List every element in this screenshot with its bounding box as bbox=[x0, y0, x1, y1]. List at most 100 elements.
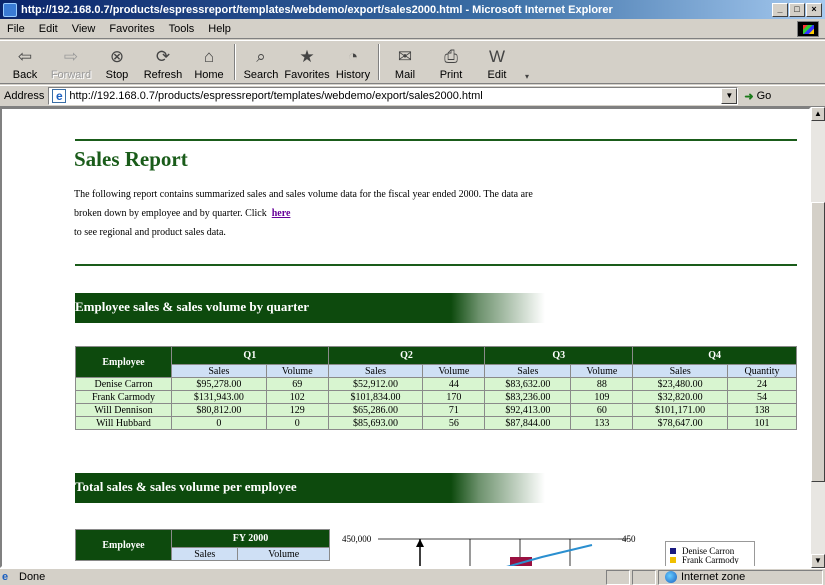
print-icon: ⎙ bbox=[444, 47, 458, 66]
table-cell: 24 bbox=[727, 377, 797, 391]
page-content: Sales Report The following report contai… bbox=[0, 107, 811, 568]
quarter-header: Q1 bbox=[171, 346, 329, 365]
employee-header: Employee bbox=[75, 529, 172, 561]
status-text: Done bbox=[19, 571, 46, 583]
ie-app-icon bbox=[3, 2, 17, 17]
page-title: Sales Report bbox=[74, 147, 188, 171]
home-label: Home bbox=[194, 69, 224, 81]
quarter-header: Q2 bbox=[327, 346, 486, 365]
table-cell: $83,632.00 bbox=[484, 377, 572, 391]
edit-button[interactable]: W Edit bbox=[474, 41, 520, 83]
quarter-sales-table: Employee Q1 Q2 Q3 Q4 Sales Volume Sales … bbox=[75, 346, 797, 430]
table-cell: 56 bbox=[422, 416, 486, 430]
refresh-button[interactable]: ⟳ Refresh bbox=[140, 41, 186, 83]
back-arrow-icon: ⇦ bbox=[17, 47, 33, 66]
table-cell: 0 bbox=[171, 416, 267, 430]
home-icon: ⌂ bbox=[203, 47, 215, 66]
window-titlebar: http://192.168.0.7/products/espressrepor… bbox=[0, 0, 825, 19]
intro-text-end: to see regional and product sales data. bbox=[74, 227, 226, 238]
go-arrow-icon: ➜ bbox=[744, 90, 754, 103]
divider bbox=[75, 264, 797, 266]
standard-toolbar: ⇦ Back ⇨ Forward ⊗ Stop ⟳ Refresh ⌂ Home… bbox=[0, 40, 825, 84]
menu-tools[interactable]: Tools bbox=[162, 23, 202, 35]
home-button[interactable]: ⌂ Home bbox=[186, 41, 232, 83]
status-cell bbox=[606, 569, 630, 585]
divider bbox=[75, 139, 797, 141]
table-cell: $23,480.00 bbox=[632, 377, 729, 391]
quarter-header: Q4 bbox=[632, 346, 797, 365]
table-cell: $101,834.00 bbox=[327, 390, 424, 404]
total-sales-table: Employee FY 2000 Sales Volume bbox=[75, 529, 330, 561]
table-row: Denise Carron $95,278.00 69 $52,912.00 4… bbox=[75, 377, 797, 391]
table-cell: 0 bbox=[265, 416, 329, 430]
mail-icon: ✉ bbox=[397, 47, 413, 66]
back-button[interactable]: ⇦ Back bbox=[2, 41, 48, 83]
windows-logo-icon bbox=[797, 21, 819, 37]
edit-label: Edit bbox=[487, 69, 507, 81]
employee-cell: Will Dennison bbox=[75, 403, 172, 417]
search-button[interactable]: ⌕ Search bbox=[238, 41, 284, 83]
legend-item: Frank Carmody bbox=[670, 556, 750, 564]
mail-button[interactable]: ✉ Mail bbox=[382, 41, 428, 83]
y-axis-right-top-label: 450 bbox=[622, 534, 636, 544]
history-icon: ◔ bbox=[347, 47, 359, 66]
toolbar-more-dropdown[interactable]: ▾ bbox=[520, 41, 534, 83]
table-cell: 71 bbox=[422, 403, 486, 417]
address-dropdown-button[interactable]: ▼ bbox=[721, 88, 738, 104]
sub-header: Volume bbox=[265, 364, 329, 378]
maximize-button[interactable]: □ bbox=[789, 2, 805, 17]
page-icon bbox=[52, 89, 67, 103]
sub-header: Volume bbox=[422, 364, 486, 378]
go-button[interactable]: ➜ Go bbox=[744, 90, 771, 103]
employee-cell: Will Hubbard bbox=[75, 416, 172, 430]
table-cell: $131,943.00 bbox=[171, 390, 267, 404]
stop-label: Stop bbox=[105, 69, 129, 81]
chevron-down-icon: ▾ bbox=[524, 72, 529, 81]
forward-label: Forward bbox=[50, 69, 92, 81]
here-link[interactable]: here bbox=[272, 208, 291, 219]
status-cell bbox=[632, 569, 656, 585]
table-cell: 69 bbox=[265, 377, 329, 391]
menu-edit[interactable]: Edit bbox=[32, 23, 65, 35]
menu-file[interactable]: File bbox=[0, 23, 32, 35]
sub-header: Sales bbox=[632, 364, 729, 378]
vertical-scrollbar[interactable]: ▲ ▼ bbox=[811, 107, 825, 568]
history-button[interactable]: ◔ History bbox=[330, 41, 376, 83]
table-row: Will Dennison $80,812.00 129 $65,286.00 … bbox=[75, 403, 797, 417]
table-row: Frank Carmody $131,943.00 102 $101,834.0… bbox=[75, 390, 797, 404]
search-label: Search bbox=[243, 69, 279, 81]
scroll-up-button[interactable]: ▲ bbox=[811, 107, 825, 121]
table-cell: $80,812.00 bbox=[171, 403, 267, 417]
address-input[interactable]: http://192.168.0.7/products/espressrepor… bbox=[48, 87, 739, 105]
table-cell: $87,844.00 bbox=[484, 416, 572, 430]
favorites-button[interactable]: ★ Favorites bbox=[284, 41, 330, 83]
legend-item: Denise Carron bbox=[670, 545, 750, 556]
scroll-down-button[interactable]: ▼ bbox=[811, 554, 825, 568]
sub-header: Sales bbox=[170, 547, 239, 561]
window-title: http://192.168.0.7/products/espressrepor… bbox=[21, 3, 613, 16]
favorites-icon: ★ bbox=[299, 47, 315, 66]
print-button[interactable]: ⎙ Print bbox=[428, 41, 474, 83]
forward-button[interactable]: ⇨ Forward bbox=[48, 41, 94, 83]
close-button[interactable]: × bbox=[806, 2, 822, 17]
sub-header: Sales bbox=[327, 364, 424, 378]
menu-bar: File Edit View Favorites Tools Help bbox=[0, 19, 825, 39]
minimize-button[interactable]: _ bbox=[772, 2, 788, 17]
sub-header: Sales bbox=[484, 364, 572, 378]
table-cell: 44 bbox=[422, 377, 486, 391]
menu-view[interactable]: View bbox=[65, 23, 103, 35]
stop-button[interactable]: ⊗ Stop bbox=[94, 41, 140, 83]
table-cell: 102 bbox=[265, 390, 329, 404]
section-header: Employee sales & sales volume by quarter bbox=[75, 293, 545, 323]
table-cell: $95,278.00 bbox=[171, 377, 267, 391]
zone-label: Internet zone bbox=[681, 571, 746, 583]
refresh-label: Refresh bbox=[143, 69, 183, 81]
menu-favorites[interactable]: Favorites bbox=[102, 23, 161, 35]
scroll-thumb[interactable] bbox=[811, 202, 825, 482]
address-label: Address bbox=[4, 90, 45, 102]
sub-header: Volume bbox=[570, 364, 634, 378]
status-bar: e Done Internet zone bbox=[0, 568, 825, 585]
table-cell: 109 bbox=[570, 390, 634, 404]
menu-help[interactable]: Help bbox=[201, 23, 238, 35]
section-header: Total sales & sales volume per employee bbox=[75, 473, 545, 503]
